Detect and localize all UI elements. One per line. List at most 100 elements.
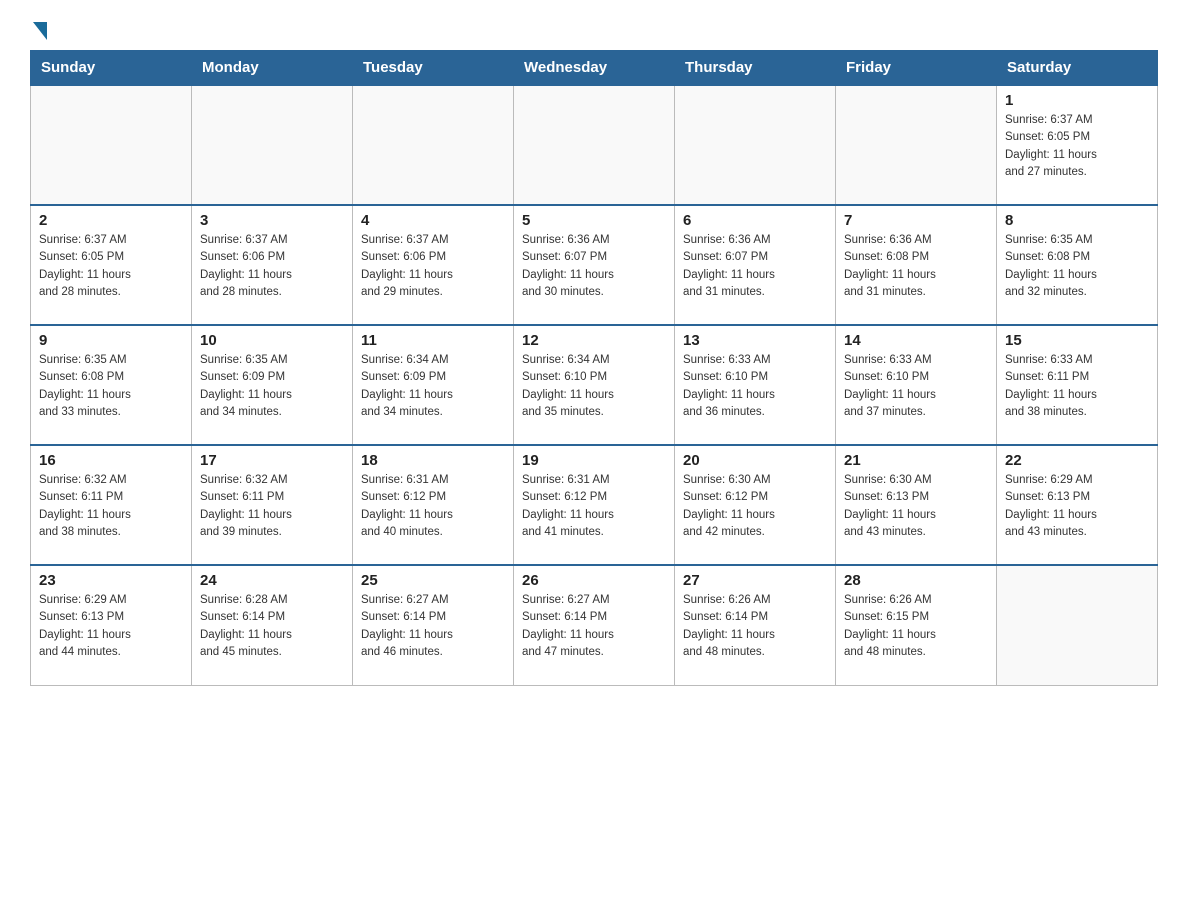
- calendar-cell: 11 Sunrise: 6:34 AM Sunset: 6:09 PM Dayli…: [353, 325, 514, 445]
- calendar-cell: 25Sunrise: 6:27 AM Sunset: 6:14 PM Dayli…: [353, 565, 514, 685]
- calendar-cell: 19 Sunrise: 6:31 AM Sunset: 6:12 PM Dayli…: [514, 445, 675, 565]
- calendar-cell: 1Sunrise: 6:37 AM Sunset: 6:05 PM Daylig…: [997, 85, 1158, 205]
- day-info: Sunrise: 6:36 AM Sunset: 6:08 PM Dayligh…: [844, 232, 988, 301]
- day-info: Sunrise: 6:34 AM Sunset: 6:10 PM Dayligh…: [522, 352, 666, 421]
- day-info: Sunrise: 6:27 AM Sunset: 6:14 PM Dayligh…: [522, 592, 666, 661]
- calendar-cell: 7 Sunrise: 6:36 AM Sunset: 6:08 PM Daylig…: [836, 205, 997, 325]
- day-number: 1: [1005, 92, 1149, 109]
- logo-arrow-icon: [33, 22, 47, 40]
- calendar-cell: [514, 85, 675, 205]
- day-info: Sunrise: 6:33 AM Sunset: 6:11 PM Dayligh…: [1005, 352, 1149, 421]
- calendar-cell: 13Sunrise: 6:33 AM Sunset: 6:10 PM Dayli…: [675, 325, 836, 445]
- calendar-table: SundayMondayTuesdayWednesdayThursdayFrid…: [30, 50, 1158, 686]
- day-number: 2: [39, 212, 183, 229]
- calendar-cell: 14 Sunrise: 6:33 AM Sunset: 6:10 PM Dayli…: [836, 325, 997, 445]
- calendar-cell: 6 Sunrise: 6:36 AM Sunset: 6:07 PM Daylig…: [675, 205, 836, 325]
- day-number: 10: [200, 332, 344, 349]
- day-info: Sunrise: 6:29 AM Sunset: 6:13 PM Dayligh…: [39, 592, 183, 661]
- calendar-cell: 4 Sunrise: 6:37 AM Sunset: 6:06 PM Daylig…: [353, 205, 514, 325]
- calendar-cell: 5 Sunrise: 6:36 AM Sunset: 6:07 PM Daylig…: [514, 205, 675, 325]
- calendar-cell: 12 Sunrise: 6:34 AM Sunset: 6:10 PM Dayli…: [514, 325, 675, 445]
- calendar-cell: 8 Sunrise: 6:35 AM Sunset: 6:08 PM Daylig…: [997, 205, 1158, 325]
- day-info: Sunrise: 6:36 AM Sunset: 6:07 PM Dayligh…: [683, 232, 827, 301]
- day-number: 4: [361, 212, 505, 229]
- day-info: Sunrise: 6:30 AM Sunset: 6:12 PM Dayligh…: [683, 472, 827, 541]
- day-number: 20: [683, 452, 827, 469]
- week-row-4: 16 Sunrise: 6:32 AM Sunset: 6:11 PM Dayli…: [31, 445, 1158, 565]
- day-info: Sunrise: 6:35 AM Sunset: 6:08 PM Dayligh…: [1005, 232, 1149, 301]
- day-number: 18: [361, 452, 505, 469]
- weekday-header-row: SundayMondayTuesdayWednesdayThursdayFrid…: [31, 51, 1158, 86]
- calendar-cell: 23 Sunrise: 6:29 AM Sunset: 6:13 PM Dayli…: [31, 565, 192, 685]
- calendar-cell: 16 Sunrise: 6:32 AM Sunset: 6:11 PM Dayli…: [31, 445, 192, 565]
- logo: [30, 20, 47, 40]
- calendar-cell: [836, 85, 997, 205]
- calendar-cell: [353, 85, 514, 205]
- day-info: Sunrise: 6:37 AM Sunset: 6:05 PM Dayligh…: [39, 232, 183, 301]
- day-info: Sunrise: 6:33 AM Sunset: 6:10 PM Dayligh…: [683, 352, 827, 421]
- page-header: [30, 20, 1158, 40]
- day-info: Sunrise: 6:29 AM Sunset: 6:13 PM Dayligh…: [1005, 472, 1149, 541]
- day-info: Sunrise: 6:36 AM Sunset: 6:07 PM Dayligh…: [522, 232, 666, 301]
- week-row-2: 2 Sunrise: 6:37 AM Sunset: 6:05 PM Daylig…: [31, 205, 1158, 325]
- calendar-cell: 27 Sunrise: 6:26 AM Sunset: 6:14 PM Dayli…: [675, 565, 836, 685]
- day-number: 22: [1005, 452, 1149, 469]
- day-number: 3: [200, 212, 344, 229]
- calendar-cell: [675, 85, 836, 205]
- day-info: Sunrise: 6:28 AM Sunset: 6:14 PM Dayligh…: [200, 592, 344, 661]
- calendar-cell: 20 Sunrise: 6:30 AM Sunset: 6:12 PM Dayli…: [675, 445, 836, 565]
- day-number: 19: [522, 452, 666, 469]
- calendar-cell: 2 Sunrise: 6:37 AM Sunset: 6:05 PM Daylig…: [31, 205, 192, 325]
- week-row-5: 23 Sunrise: 6:29 AM Sunset: 6:13 PM Dayli…: [31, 565, 1158, 685]
- day-number: 16: [39, 452, 183, 469]
- weekday-header-monday: Monday: [192, 51, 353, 86]
- day-number: 9: [39, 332, 183, 349]
- day-info: Sunrise: 6:34 AM Sunset: 6:09 PM Dayligh…: [361, 352, 505, 421]
- calendar-cell: 28 Sunrise: 6:26 AM Sunset: 6:15 PM Dayli…: [836, 565, 997, 685]
- calendar-cell: 18 Sunrise: 6:31 AM Sunset: 6:12 PM Dayli…: [353, 445, 514, 565]
- day-info: Sunrise: 6:32 AM Sunset: 6:11 PM Dayligh…: [200, 472, 344, 541]
- day-number: 27: [683, 572, 827, 589]
- day-number: 23: [39, 572, 183, 589]
- day-info: Sunrise: 6:26 AM Sunset: 6:14 PM Dayligh…: [683, 592, 827, 661]
- day-number: 17: [200, 452, 344, 469]
- calendar-cell: 3 Sunrise: 6:37 AM Sunset: 6:06 PM Daylig…: [192, 205, 353, 325]
- day-number: 12: [522, 332, 666, 349]
- day-number: 24: [200, 572, 344, 589]
- calendar-cell: 9 Sunrise: 6:35 AM Sunset: 6:08 PM Daylig…: [31, 325, 192, 445]
- day-info: Sunrise: 6:33 AM Sunset: 6:10 PM Dayligh…: [844, 352, 988, 421]
- day-info: Sunrise: 6:26 AM Sunset: 6:15 PM Dayligh…: [844, 592, 988, 661]
- calendar-cell: 15 Sunrise: 6:33 AM Sunset: 6:11 PM Dayli…: [997, 325, 1158, 445]
- day-info: Sunrise: 6:37 AM Sunset: 6:06 PM Dayligh…: [361, 232, 505, 301]
- day-info: Sunrise: 6:32 AM Sunset: 6:11 PM Dayligh…: [39, 472, 183, 541]
- weekday-header-friday: Friday: [836, 51, 997, 86]
- day-number: 5: [522, 212, 666, 229]
- day-number: 25: [361, 572, 505, 589]
- day-info: Sunrise: 6:31 AM Sunset: 6:12 PM Dayligh…: [361, 472, 505, 541]
- day-number: 28: [844, 572, 988, 589]
- day-info: Sunrise: 6:35 AM Sunset: 6:09 PM Dayligh…: [200, 352, 344, 421]
- day-number: 8: [1005, 212, 1149, 229]
- calendar-cell: 26 Sunrise: 6:27 AM Sunset: 6:14 PM Dayli…: [514, 565, 675, 685]
- weekday-header-thursday: Thursday: [675, 51, 836, 86]
- calendar-cell: [997, 565, 1158, 685]
- day-info: Sunrise: 6:35 AM Sunset: 6:08 PM Dayligh…: [39, 352, 183, 421]
- calendar-cell: [192, 85, 353, 205]
- weekday-header-tuesday: Tuesday: [353, 51, 514, 86]
- calendar-cell: 17 Sunrise: 6:32 AM Sunset: 6:11 PM Dayli…: [192, 445, 353, 565]
- calendar-cell: 21 Sunrise: 6:30 AM Sunset: 6:13 PM Dayli…: [836, 445, 997, 565]
- day-info: Sunrise: 6:37 AM Sunset: 6:06 PM Dayligh…: [200, 232, 344, 301]
- day-number: 15: [1005, 332, 1149, 349]
- day-number: 6: [683, 212, 827, 229]
- day-number: 7: [844, 212, 988, 229]
- weekday-header-wednesday: Wednesday: [514, 51, 675, 86]
- day-number: 11: [361, 332, 505, 349]
- week-row-1: 1Sunrise: 6:37 AM Sunset: 6:05 PM Daylig…: [31, 85, 1158, 205]
- week-row-3: 9 Sunrise: 6:35 AM Sunset: 6:08 PM Daylig…: [31, 325, 1158, 445]
- day-info: Sunrise: 6:30 AM Sunset: 6:13 PM Dayligh…: [844, 472, 988, 541]
- day-number: 14: [844, 332, 988, 349]
- day-number: 21: [844, 452, 988, 469]
- day-info: Sunrise: 6:31 AM Sunset: 6:12 PM Dayligh…: [522, 472, 666, 541]
- weekday-header-saturday: Saturday: [997, 51, 1158, 86]
- day-number: 26: [522, 572, 666, 589]
